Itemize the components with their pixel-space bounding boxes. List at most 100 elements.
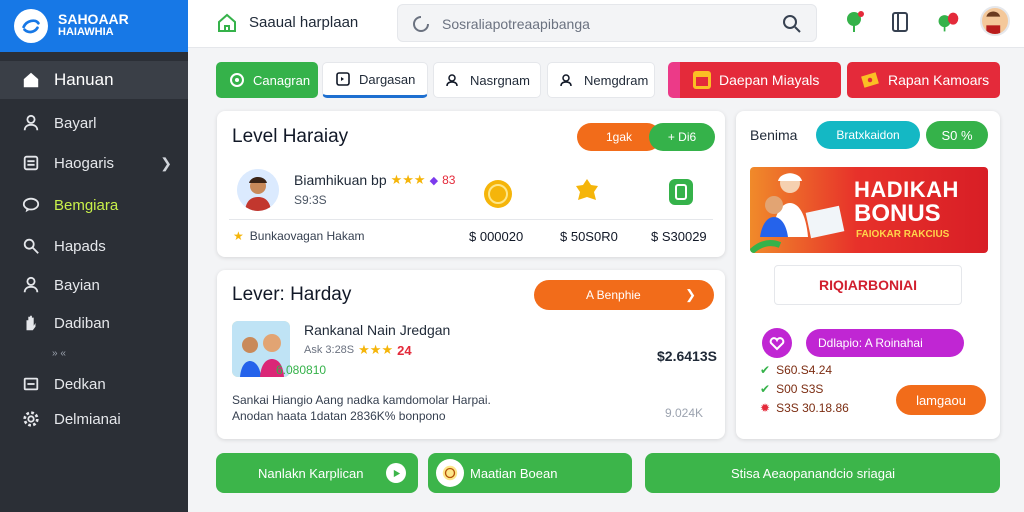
- sidebar-item-delmianai[interactable]: Delmianai: [0, 400, 188, 438]
- user-icon: [22, 276, 40, 294]
- coin-icon[interactable]: [483, 179, 513, 209]
- add-button-label: + Di6: [667, 130, 697, 144]
- chevron-right-icon: ❯: [685, 287, 696, 302]
- play-icon: [386, 463, 406, 483]
- sidebar-item-label: Bemgiara: [54, 196, 119, 214]
- sidebar-item-label: Delmianai: [54, 410, 121, 428]
- search-input[interactable]: Sosraliapotreaapibanga: [397, 4, 817, 42]
- box-icon: [336, 72, 350, 86]
- chat-icon: [230, 73, 244, 87]
- add-button[interactable]: + Di6: [649, 123, 715, 151]
- tab-canagran[interactable]: Canagran: [216, 62, 318, 98]
- promo-code-box[interactable]: RIQIARBONIAI: [774, 265, 962, 305]
- panel-label: Benima: [750, 127, 798, 143]
- plant-icon[interactable]: [842, 10, 866, 34]
- logo-icon: [14, 9, 48, 43]
- chicken-icon: [436, 459, 464, 487]
- product-meta: Ask 3:28S: [304, 344, 355, 356]
- brand[interactable]: SAHOAAR HAIAWHIA: [0, 0, 188, 52]
- sidebar-item-hapads[interactable]: Hapads: [0, 227, 188, 265]
- card-title: Lever: Harday: [232, 284, 352, 305]
- page-title: Saaual harplaan: [249, 14, 359, 31]
- chevron-right-icon: ❯: [160, 154, 172, 171]
- star-icon: ★: [233, 229, 244, 243]
- gear-icon: ✹: [760, 401, 771, 415]
- benefit-button[interactable]: A Benphie ❯: [534, 280, 714, 310]
- check-icon: ✔: [760, 382, 771, 396]
- home-icon[interactable]: [216, 12, 238, 34]
- button-label: Stisa Aeaopanandcio sriagai: [731, 465, 896, 481]
- banner-illustration: [750, 173, 845, 253]
- search-icon[interactable]: [782, 14, 802, 34]
- tab-label: Rapan Kamoars: [888, 72, 990, 88]
- promo-code: RIQIARBONIAI: [819, 277, 917, 293]
- claim-button[interactable]: lamgaou: [896, 385, 986, 415]
- tab-label: Nemgdram: [584, 72, 649, 88]
- sidebar-item-bayian[interactable]: Bayian: [0, 266, 188, 304]
- wallet-icon[interactable]: [666, 177, 696, 207]
- sidebar-item-haogaris[interactable]: Haogaris ❯: [0, 144, 188, 182]
- ticket-icon: [861, 72, 879, 88]
- product-card: Lever: Harday A Benphie ❯ Rankanal Nain …: [217, 270, 725, 439]
- diamond-icon: ◆: [429, 174, 439, 187]
- notification-icon[interactable]: [936, 10, 960, 34]
- product-meta-row: Ask 3:28S ★★★ 24: [304, 342, 412, 358]
- hand-icon: [22, 314, 40, 332]
- bookmark-icon[interactable]: [888, 10, 912, 34]
- sidebar-item-label: Bayarl: [54, 114, 97, 132]
- price-value: $ 000020: [469, 229, 524, 244]
- tab-label: Daepan Miayals: [719, 72, 820, 88]
- people-icon: [560, 74, 572, 87]
- chat-icon: [22, 196, 40, 214]
- gear-icon: [22, 410, 40, 428]
- list-item: ✔ S00 S3S: [760, 382, 823, 396]
- home-icon: [22, 71, 40, 89]
- sidebar-item-bayarl[interactable]: Bayarl: [0, 104, 188, 142]
- tab-nasrgnam[interactable]: Nasrgnam: [433, 62, 541, 98]
- tab-label: Nasrgnam: [470, 72, 530, 88]
- secondary-action-button[interactable]: Maatian Boean: [428, 453, 632, 493]
- brand-line1: SAHOAAR: [58, 11, 129, 27]
- button-label: Maatian Boean: [470, 465, 558, 481]
- footer-label: Bunkaovagan Hakam: [249, 229, 365, 243]
- level-badge-label: 1gak: [605, 130, 633, 144]
- star-badge-icon[interactable]: [572, 177, 602, 207]
- description-value: 9.024K: [665, 406, 704, 420]
- product-description: Sankai Hiangio Aang nadka kamdomolar Har…: [232, 393, 491, 407]
- card-title: Level Haraiay: [232, 126, 349, 147]
- tertiary-action-button[interactable]: Stisa Aeaopanandcio sriagai: [645, 453, 1000, 493]
- heart-icon[interactable]: [762, 328, 792, 358]
- sidebar-item-hanuan[interactable]: Hanuan: [0, 61, 188, 99]
- sidebar-item-bemgiara[interactable]: Bemgiara: [0, 186, 188, 224]
- list-item: ✹ S3S 30.18.86: [760, 401, 849, 415]
- tab-label: Canagran: [253, 72, 311, 88]
- bonus-banner[interactable]: HADIKAH BONUS FAIOKAR RAKCIUS: [750, 167, 988, 253]
- promo-pill[interactable]: Ddlapio: A Roinahai: [806, 329, 964, 357]
- tab-rapan-kamoars[interactable]: Rapan Kamoars: [847, 62, 1000, 98]
- check-icon: ✔: [760, 363, 771, 377]
- teal-pill-label: Bratxkaidon: [836, 128, 900, 142]
- avatar[interactable]: [980, 6, 1010, 36]
- level-card: Level Haraiay 1gak + Di6 Biamhikuan bp ★…: [217, 111, 725, 257]
- product-title: Rankanal Nain Jredgan: [304, 322, 451, 338]
- tab-nemgdram[interactable]: Nemgdram: [547, 62, 655, 98]
- list-icon: [22, 154, 40, 172]
- product-price: $2.6413S: [657, 348, 717, 364]
- tab-accent: [668, 62, 680, 98]
- user-icon: [22, 114, 40, 132]
- sidebar-item-dedkan[interactable]: Dedkan: [0, 365, 188, 403]
- benefit-button-label: A Benphie: [586, 288, 641, 302]
- primary-action-button[interactable]: Nanlakn Karplican: [216, 453, 418, 493]
- tab-daepan-miayals[interactable]: Daepan Miayals: [680, 62, 841, 98]
- percent-pill[interactable]: S0 %: [926, 121, 988, 149]
- sidebar-item-label: Dadiban: [54, 314, 110, 332]
- teal-pill[interactable]: Bratxkaidon: [816, 121, 920, 149]
- price-value: $ S30029: [651, 229, 707, 244]
- list-item-text: S60.S4.24: [776, 363, 833, 377]
- product-description-2: Anodan haata 1datan 2836K% bonpono: [232, 409, 446, 423]
- search-icon: [22, 237, 40, 255]
- sidebar-item-dadiban[interactable]: Dadiban: [0, 304, 188, 342]
- tab-dargasan[interactable]: Dargasan: [322, 62, 428, 98]
- percent-pill-label: S0 %: [941, 127, 973, 143]
- list-item: ✔ S60.S4.24: [760, 363, 832, 377]
